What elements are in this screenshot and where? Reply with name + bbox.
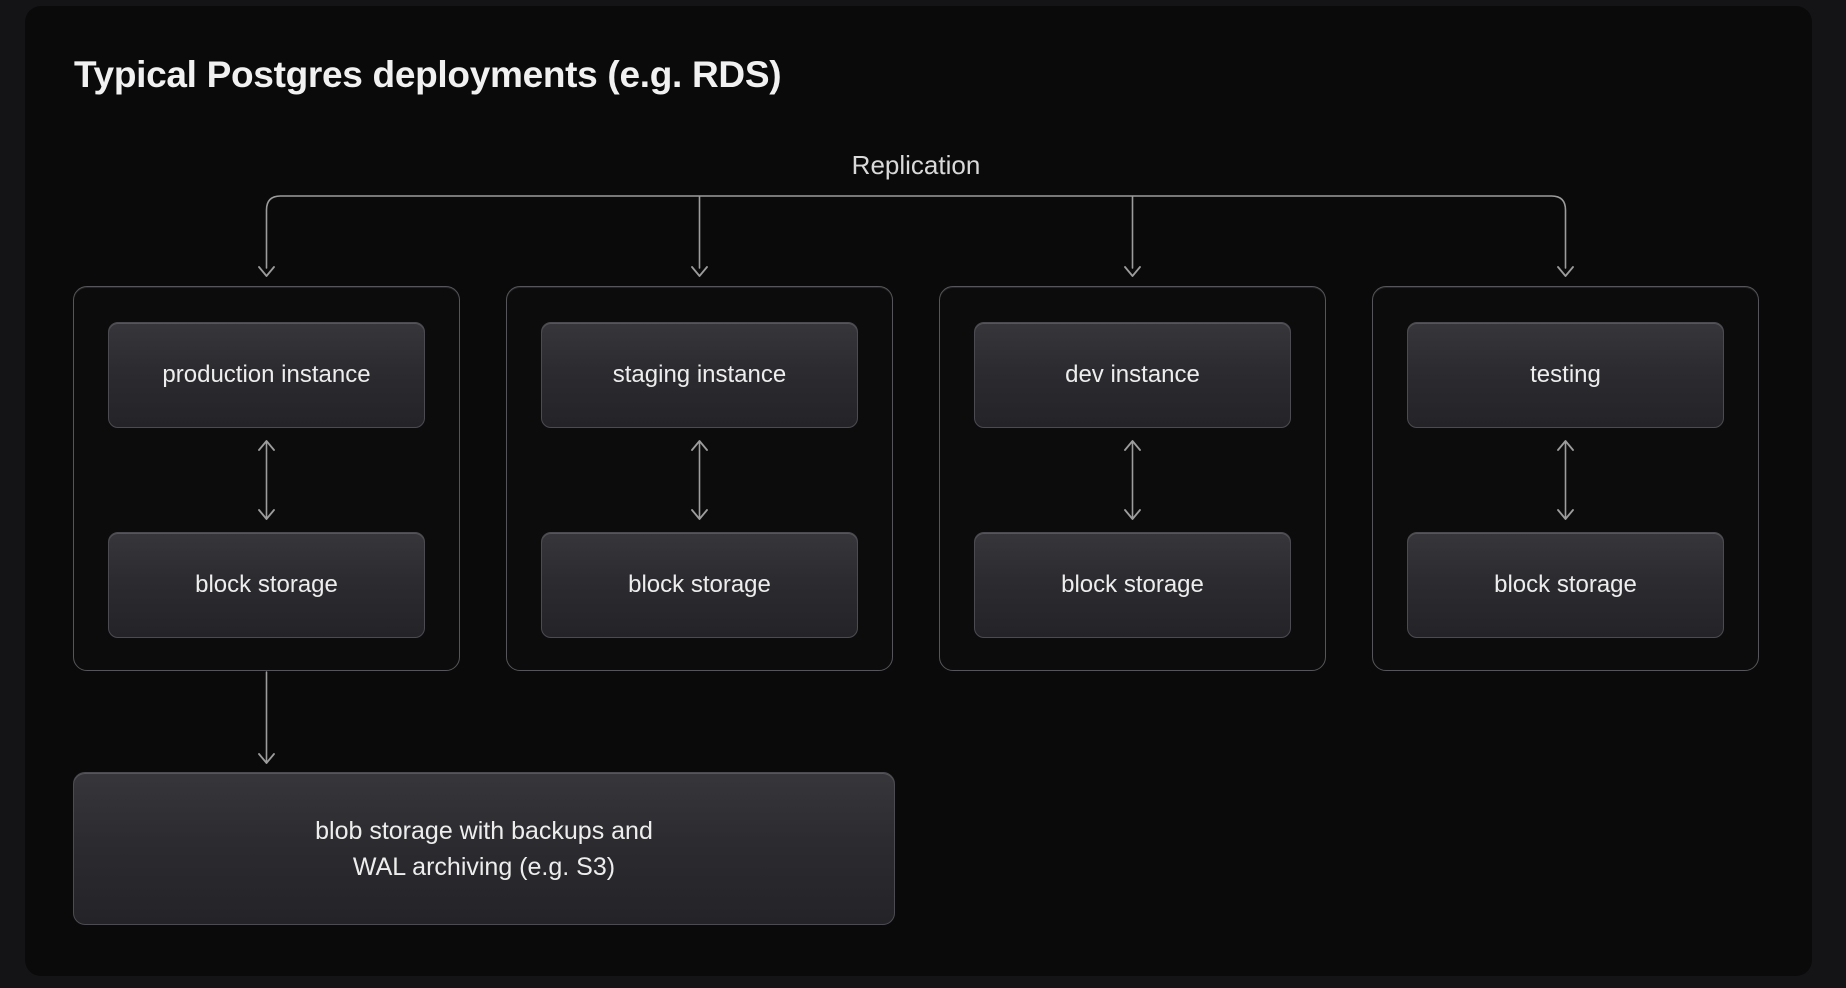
production-instance-node: production instance <box>108 322 425 428</box>
staging-block-storage-label: block storage <box>628 571 771 599</box>
testing-block-storage-node: block storage <box>1407 532 1724 638</box>
dev-instance-label: dev instance <box>1065 361 1200 389</box>
dev-block-storage-label: block storage <box>1061 571 1204 599</box>
deployment-column-staging: staging instance block storage <box>506 286 893 671</box>
replication-label: Replication <box>852 150 981 181</box>
staging-instance-label: staging instance <box>613 361 786 389</box>
dev-instance-node: dev instance <box>974 322 1291 428</box>
page-title: Typical Postgres deployments (e.g. RDS) <box>74 54 781 96</box>
testing-instance-node: testing <box>1407 322 1724 428</box>
staging-block-storage-node: block storage <box>541 532 858 638</box>
blob-storage-label-line2: WAL archiving (e.g. S3) <box>353 849 615 885</box>
production-block-storage-node: block storage <box>108 532 425 638</box>
deployment-column-production: production instance block storage <box>73 286 460 671</box>
blob-storage-label-line1: blob storage with backups and <box>315 813 653 849</box>
deployment-column-dev: dev instance block storage <box>939 286 1326 671</box>
production-block-storage-label: block storage <box>195 571 338 599</box>
testing-block-storage-label: block storage <box>1494 571 1637 599</box>
backup-arrowhead-icon <box>259 754 274 763</box>
staging-instance-node: staging instance <box>541 322 858 428</box>
diagram-canvas: Typical Postgres deployments (e.g. RDS) … <box>25 6 1812 976</box>
testing-instance-label: testing <box>1530 361 1601 389</box>
replication-arrowhead-icon <box>259 267 1573 276</box>
deployment-column-testing: testing block storage <box>1372 286 1759 671</box>
sync-arrow-line <box>267 443 1566 517</box>
blob-storage-node: blob storage with backups and WAL archiv… <box>73 772 895 925</box>
replication-connector-line <box>267 196 1566 268</box>
dev-block-storage-node: block storage <box>974 532 1291 638</box>
production-instance-label: production instance <box>162 361 370 389</box>
